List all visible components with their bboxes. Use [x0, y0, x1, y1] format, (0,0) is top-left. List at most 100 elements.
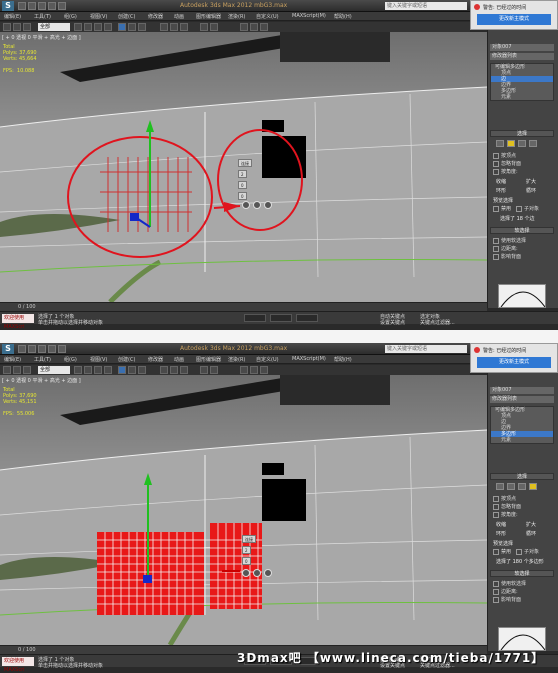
rotate-icon[interactable] — [128, 366, 136, 374]
edge-distance-checkbox[interactable]: 边距离: — [493, 588, 518, 595]
undo-icon[interactable] — [3, 366, 11, 374]
loop-button[interactable]: 循环 — [526, 187, 536, 194]
perspective-viewport[interactable]: [ + 0 透视 0 平滑 + 高光 + 边面 ] Total Polys: 3… — [0, 32, 487, 302]
material-editor-icon[interactable] — [240, 23, 248, 31]
edge-icon[interactable] — [507, 140, 515, 147]
stack-item-subobject[interactable]: 元素 — [491, 437, 553, 443]
grow-button[interactable]: 扩大 — [526, 521, 536, 528]
window-crossing-icon[interactable] — [104, 23, 112, 31]
cancel-button-icon[interactable] — [264, 569, 272, 577]
use-soft-selection-checkbox[interactable]: 使用软选择 — [493, 237, 526, 244]
menu-maxscript[interactable]: MAXScript(M) — [292, 13, 326, 19]
popup-button[interactable]: 更改新主模式 — [477, 14, 551, 25]
by-vertex-checkbox[interactable]: 按顶点 — [493, 495, 516, 502]
material-editor-icon[interactable] — [240, 366, 248, 374]
select-by-name-icon[interactable] — [84, 366, 92, 374]
snap-icon[interactable] — [160, 366, 168, 374]
shrink-button[interactable]: 收缩 — [496, 178, 506, 185]
viewport-label[interactable]: [ + 0 透视 0 平滑 + 高光 + 边面 ] — [2, 34, 81, 41]
unlink-icon[interactable] — [23, 366, 31, 374]
border-icon[interactable] — [518, 140, 526, 147]
render-setup-icon[interactable] — [250, 23, 258, 31]
open-file-icon[interactable] — [28, 345, 36, 353]
align-icon[interactable] — [210, 366, 218, 374]
y-coordinate-field[interactable] — [270, 314, 292, 322]
connect-segments-field[interactable]: 2 — [242, 546, 251, 554]
object-name-field[interactable]: 对象007 — [490, 387, 554, 394]
ok-button-icon[interactable] — [242, 201, 250, 209]
ignore-backfacing-checkbox[interactable]: 忽略背面 — [493, 160, 521, 167]
soft-selection-rollout[interactable]: 软选择 — [490, 570, 554, 577]
open-file-icon[interactable] — [28, 2, 36, 10]
selection-rollout[interactable]: 选择 — [490, 130, 554, 137]
scale-icon[interactable] — [138, 23, 146, 31]
menu-help[interactable]: 帮助(H) — [334, 13, 352, 20]
polygon-icon[interactable] — [529, 140, 537, 147]
shrink-button[interactable]: 收缩 — [496, 521, 506, 528]
menu-animation[interactable]: 动画 — [174, 13, 184, 20]
by-angle-checkbox[interactable]: 按角度: — [493, 511, 518, 518]
render-icon[interactable] — [260, 366, 268, 374]
connect-pinch-field[interactable]: 0 — [238, 181, 247, 189]
menu-modifiers[interactable]: 修改器 — [148, 356, 163, 363]
save-file-icon[interactable] — [38, 2, 46, 10]
move-icon[interactable] — [118, 23, 126, 31]
angle-snap-icon[interactable] — [170, 366, 178, 374]
edge-distance-checkbox[interactable]: 边距离: — [493, 245, 518, 252]
time-slider[interactable]: 0 / 100 — [0, 302, 487, 311]
menu-views[interactable]: 视图(V) — [90, 13, 107, 20]
menu-rendering[interactable]: 渲染(R) — [228, 13, 245, 20]
cancel-button-icon[interactable] — [264, 201, 272, 209]
scale-icon[interactable] — [138, 366, 146, 374]
modifier-list-dropdown[interactable]: 修改器列表 — [490, 396, 554, 403]
ignore-backfacing-checkbox[interactable]: 忽略背面 — [493, 503, 521, 510]
menu-tools[interactable]: 工具(T) — [34, 13, 51, 20]
search-input[interactable]: 键入关键字或短语 — [385, 2, 467, 10]
connect-slide-field[interactable]: 0 — [238, 192, 247, 200]
redo-icon[interactable] — [58, 345, 66, 353]
rect-select-icon[interactable] — [94, 23, 102, 31]
menu-graph-editors[interactable]: 图形编辑器 — [196, 356, 221, 363]
snap-icon[interactable] — [160, 23, 168, 31]
select-icon[interactable] — [74, 366, 82, 374]
rect-select-icon[interactable] — [94, 366, 102, 374]
new-file-icon[interactable] — [18, 2, 26, 10]
maxscript-listener[interactable]: 欢迎使用 MAXScri — [2, 657, 34, 673]
align-icon[interactable] — [210, 23, 218, 31]
loop-button[interactable]: 循环 — [526, 530, 536, 537]
object-name-field[interactable]: 对象007 — [490, 44, 554, 51]
gizmo-center[interactable] — [130, 213, 139, 221]
undo-icon[interactable] — [48, 345, 56, 353]
by-angle-checkbox[interactable]: 按角度: — [493, 168, 518, 175]
gizmo-center[interactable] — [143, 575, 152, 583]
perspective-viewport[interactable]: [ + 0 透视 0 平滑 + 高光 + 边面 ] Total Polys: 3… — [0, 375, 487, 645]
menu-rendering[interactable]: 渲染(R) — [228, 356, 245, 363]
selection-filter-dropdown[interactable]: 全部 — [38, 23, 70, 31]
menu-edit[interactable]: 编辑(E) — [4, 356, 21, 363]
apply-button-icon[interactable] — [253, 201, 261, 209]
window-crossing-icon[interactable] — [104, 366, 112, 374]
stack-item-subobject[interactable]: 元素 — [491, 94, 553, 100]
affect-backfacing-checkbox[interactable]: 影响背面 — [493, 253, 521, 260]
viewport-label[interactable]: [ + 0 透视 0 平滑 + 高光 + 边面 ] — [2, 377, 81, 384]
app-logo[interactable]: S — [2, 344, 14, 354]
percent-snap-icon[interactable] — [180, 23, 188, 31]
link-icon[interactable] — [13, 23, 21, 31]
rotate-icon[interactable] — [128, 23, 136, 31]
menu-maxscript[interactable]: MAXScript(M) — [292, 356, 326, 362]
preview-disabled-radio[interactable]: 禁用 — [493, 205, 511, 212]
modifier-list-dropdown[interactable]: 修改器列表 — [490, 53, 554, 60]
selection-rollout[interactable]: 选择 — [490, 473, 554, 480]
ring-button[interactable]: 环形 — [496, 530, 506, 537]
preview-subobject-radio[interactable]: 子对象 — [516, 205, 539, 212]
percent-snap-icon[interactable] — [180, 366, 188, 374]
selection-filter-dropdown[interactable]: 全部 — [38, 366, 70, 374]
edge-icon[interactable] — [507, 483, 515, 490]
set-key-button[interactable]: 设置关键点 — [380, 319, 405, 326]
menu-edit[interactable]: 编辑(E) — [4, 13, 21, 20]
preview-subobject-radio[interactable]: 子对象 — [516, 548, 539, 555]
border-icon[interactable] — [518, 483, 526, 490]
apply-button-icon[interactable] — [253, 569, 261, 577]
connect-pinch-field[interactable]: 0 — [242, 557, 251, 565]
polygon-icon[interactable] — [529, 483, 537, 490]
